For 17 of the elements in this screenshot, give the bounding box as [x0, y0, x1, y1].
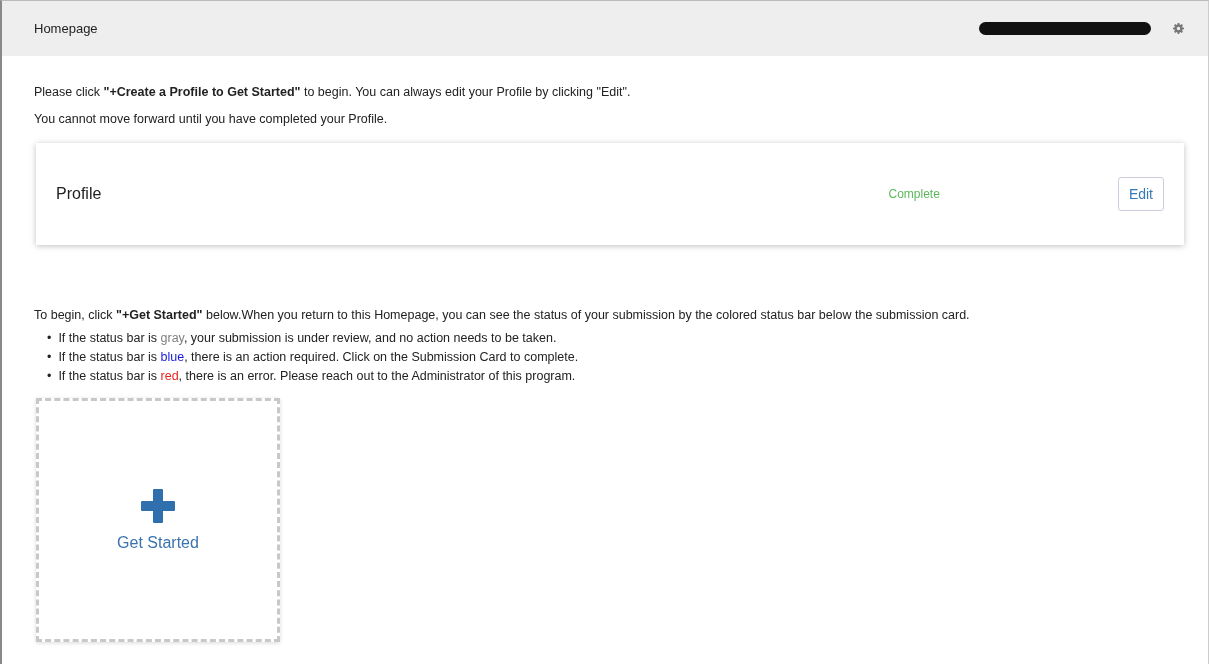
- instructions-text: To begin, click "+Get Started" below.When you return to this Homepage, you can see the status of your submission by the colored status bar below the submission card.: [34, 307, 971, 323]
- settings-icon[interactable]: [1173, 23, 1184, 34]
- bullet-marker: •: [47, 349, 52, 366]
- bullet-marker: •: [47, 330, 52, 347]
- get-started-card[interactable]: Get Started: [36, 398, 280, 642]
- intro-text: You cannot move forward until you have completed your Profile.: [34, 111, 389, 127]
- get-started-label: Get Started: [117, 534, 199, 552]
- status-explanation: If the status bar is gray, your submission is under review, and no action needs to be taken.: [58, 330, 557, 347]
- profile-status: Complete: [888, 187, 940, 201]
- plus-icon: [140, 488, 176, 524]
- profile-title: Profile: [56, 185, 103, 203]
- edit-button[interactable]: Edit: [1117, 177, 1164, 211]
- bullet-marker: •: [47, 368, 52, 385]
- status-explanation: If the status bar is blue, there is an action required. Click on the Submission Card to complete.: [58, 349, 579, 366]
- status-explanation: If the status bar is red, there is an error. Please reach out to the Administrator of this program.: [58, 368, 576, 385]
- intro-text: Please click "+Create a Profile to Get Started" to begin. You can always edit your Profile by clicking "Edit".: [34, 84, 632, 100]
- page-title: Homepage: [34, 21, 99, 36]
